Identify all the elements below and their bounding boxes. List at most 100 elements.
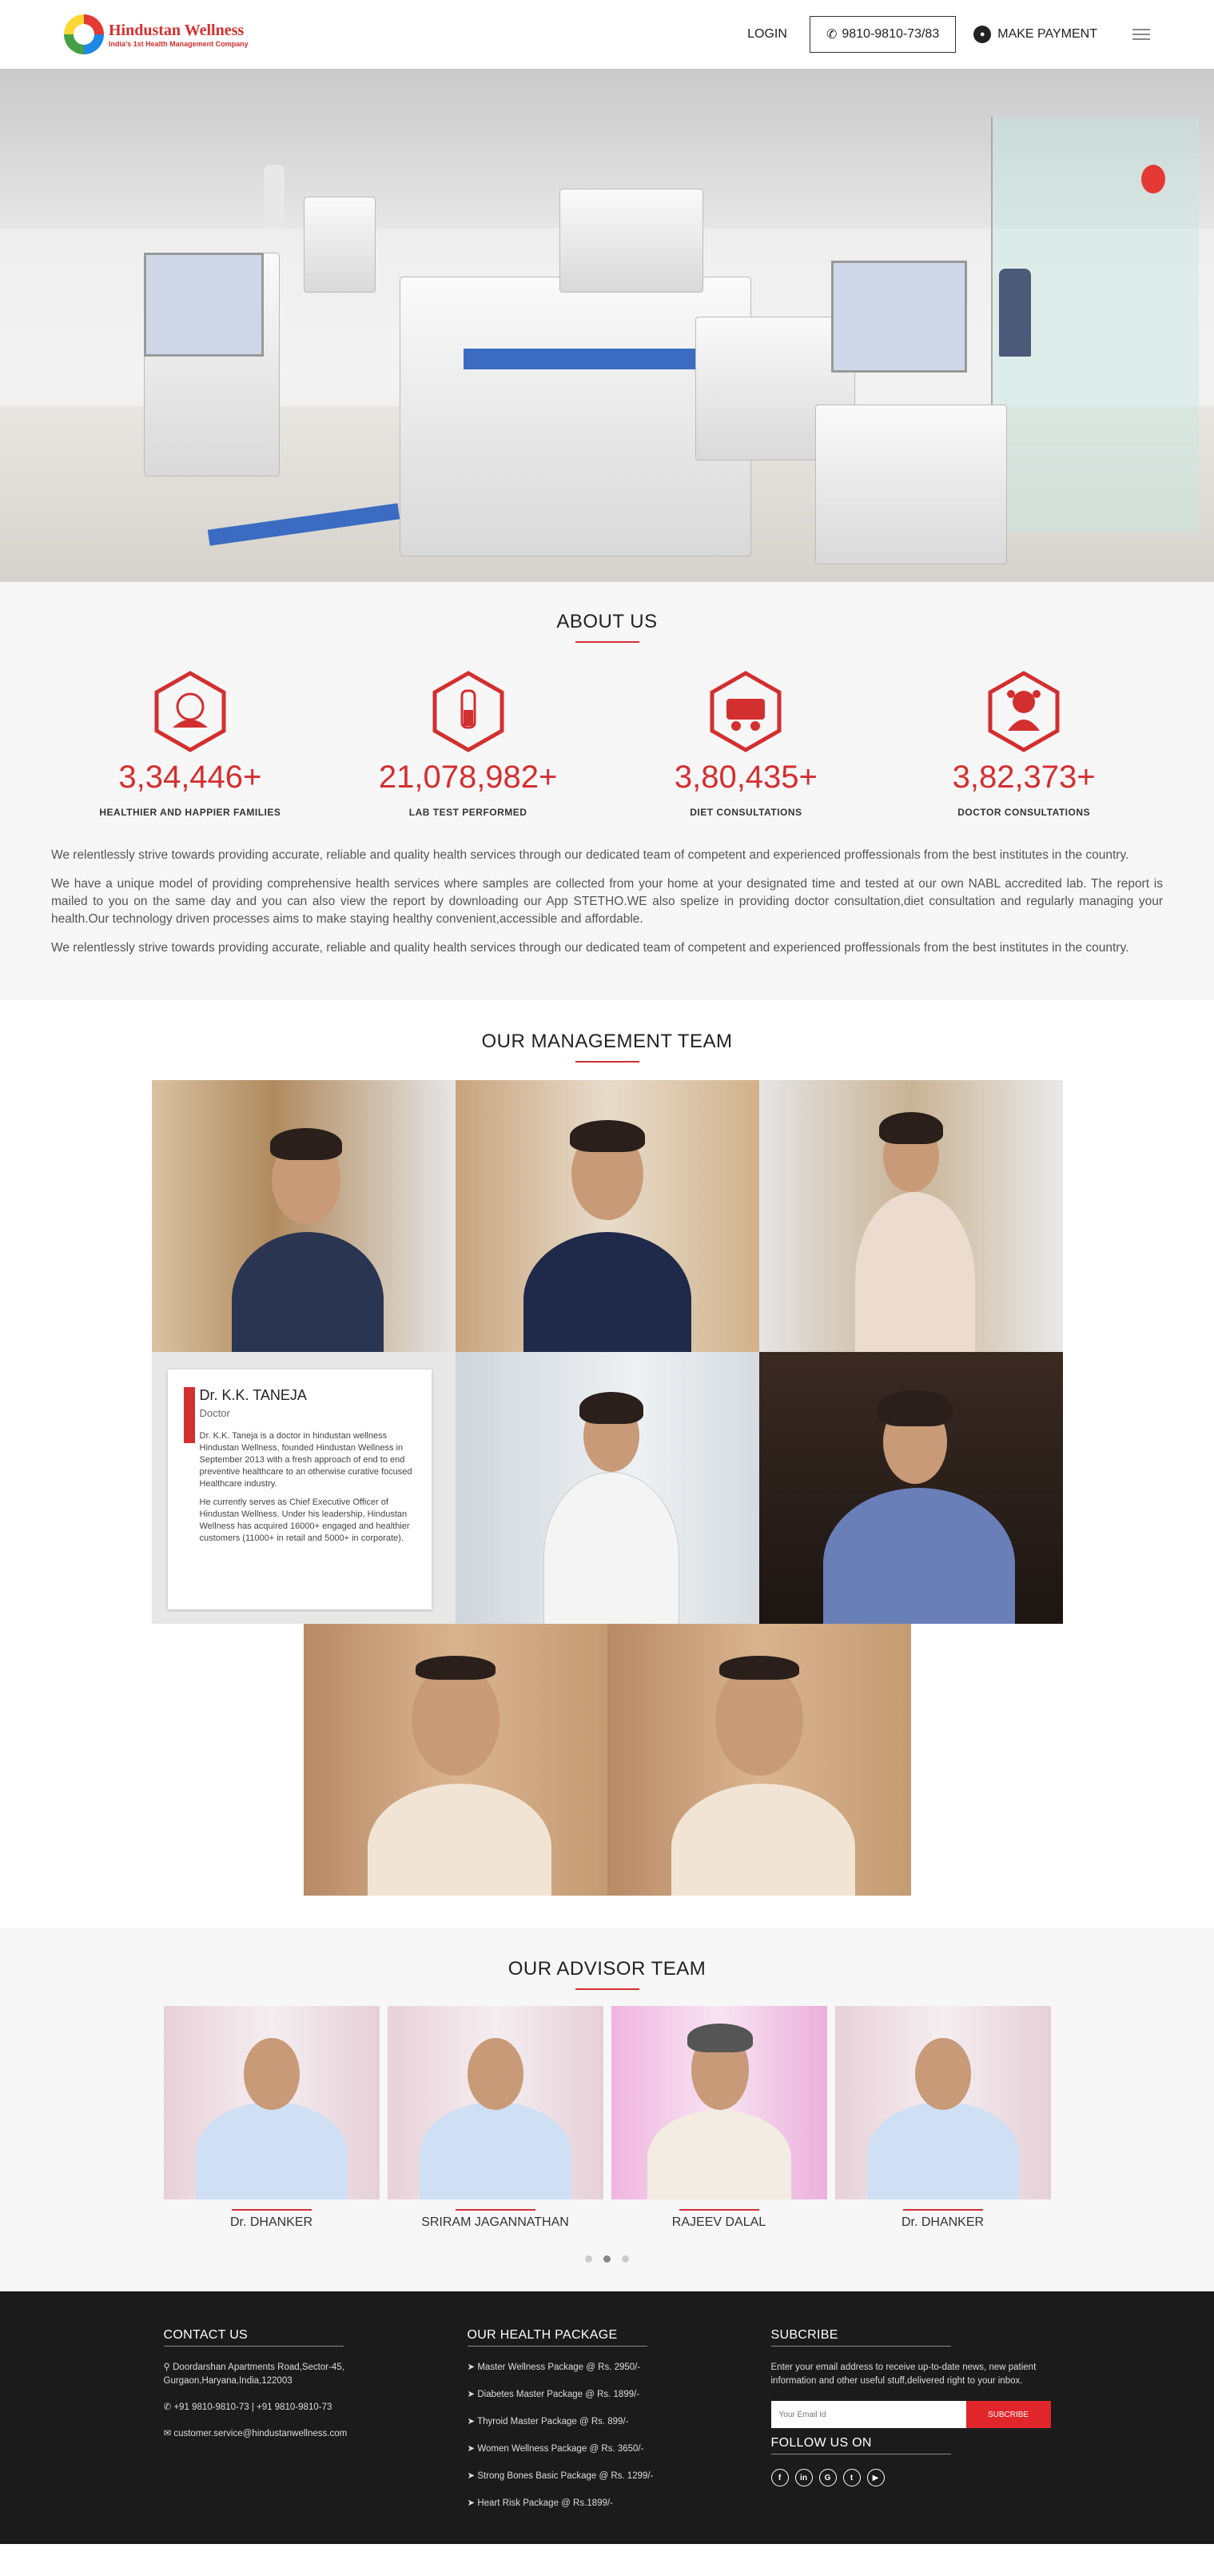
advisor-card[interactable]: SRIRAM JAGANNATHAN	[387, 2006, 603, 2230]
logo[interactable]: Hindustan Wellness India's 1st Health Ma…	[64, 14, 249, 54]
make-payment-link[interactable]: ● MAKE PAYMENT	[973, 26, 1097, 43]
advisor-name: RAJEEV DALAL	[671, 2215, 766, 2229]
advisor-card[interactable]: Dr. DHANKER	[163, 2006, 380, 2230]
location-icon: ⚲	[163, 2363, 173, 2372]
stat-label: LAB TEST PERFORMED	[408, 807, 527, 818]
contact-title: CONTACT US	[163, 2328, 249, 2342]
subscribe-form: SUBCRIBE	[770, 2401, 1051, 2428]
youtube-icon[interactable]: ▶	[866, 2469, 885, 2486]
email-icon: ✉	[163, 2429, 174, 2438]
linkedin-icon[interactable]: in	[794, 2469, 813, 2486]
advisor-photo	[163, 2006, 380, 2199]
title-underline	[575, 641, 639, 643]
contact-address: Doordarshan Apartments Road,Sector-45, G…	[163, 2363, 344, 2386]
subscribe-button[interactable]: SUBCRIBE	[965, 2401, 1051, 2428]
doctor-icon	[982, 670, 1065, 753]
about-paragraph: We have a unique model of providing comp…	[51, 877, 1163, 926]
advisor-photo	[834, 2006, 1051, 2199]
stat-number: 3,80,435+	[674, 760, 818, 795]
subscribe-column: SUBCRIBE Enter your email address to rec…	[770, 2328, 1051, 2524]
logo-tagline: India's 1st Health Management Company	[109, 39, 249, 48]
contact-phones[interactable]: +91 9810-9810-73 | +91 9810-9810-73	[173, 2403, 332, 2412]
diet-icon	[704, 670, 787, 753]
contact-column: CONTACT US ⚲ Doordarshan Apartments Road…	[163, 2328, 444, 2524]
package-column: OUR HEALTH PACKAGE ➤ Master Wellness Pac…	[467, 2328, 747, 2524]
payment-shield-icon: ●	[973, 26, 992, 43]
menu-icon[interactable]	[1132, 29, 1150, 40]
logo-title: Hindustan Wellness	[109, 21, 245, 39]
stat-item: 21,078,982+ LAB TEST PERFORMED	[364, 670, 572, 818]
subscribe-title: SUBCRIBE	[770, 2328, 838, 2342]
advisor-name: SRIRAM JAGANNATHAN	[421, 2215, 569, 2229]
stat-item: 3,34,446+ HEALTHIER AND HAPPIER FAMILIES	[86, 670, 294, 818]
profile-role: Doctor	[199, 1407, 230, 1419]
carousel-dot[interactable]	[585, 2255, 592, 2263]
carousel-dots	[0, 2255, 1214, 2263]
advisor-title: OUR ADVISOR TEAM	[507, 1958, 707, 1980]
team-photo[interactable]	[455, 1080, 759, 1352]
about-title: ABOUT US	[556, 611, 658, 632]
advisor-photo	[611, 2006, 827, 2199]
profile-bio: He currently serves as Chief Executive O…	[199, 1497, 410, 1543]
stat-item: 3,80,435+ DIET CONSULTATIONS	[642, 670, 850, 818]
package-link[interactable]: ➤ Women Wellness Package @ Rs. 3650/-	[468, 2442, 747, 2456]
test-tube-icon	[427, 670, 510, 753]
stat-number: 3,82,373+	[952, 760, 1096, 795]
stat-label: DIET CONSULTATIONS	[690, 807, 802, 818]
management-section: OUR MANAGEMENT TEAM Dr. K.K. TANEJA Doct…	[0, 1000, 1214, 1928]
team-photo[interactable]	[455, 1352, 759, 1624]
site-footer: CONTACT US ⚲ Doordarshan Apartments Road…	[0, 2291, 1214, 2544]
team-photo[interactable]	[607, 1624, 911, 1896]
advisor-card[interactable]: Dr. DHANKER	[834, 2006, 1051, 2230]
team-photo[interactable]	[758, 1080, 1063, 1352]
follow-title: FOLLOW US ON	[770, 2436, 872, 2450]
about-paragraph: We relentlessly strive towards providing…	[51, 848, 1129, 862]
stat-item: 3,82,373+ DOCTOR CONSULTATIONS	[920, 670, 1128, 818]
profile-bio: Dr. K.K. Taneja is a doctor in hindustan…	[199, 1431, 412, 1489]
hero-lab-image	[0, 69, 1214, 582]
stats-row: 3,34,446+ HEALTHIER AND HAPPIER FAMILIES…	[51, 670, 1163, 818]
contact-email[interactable]: customer.service@hindustanwellness.com	[173, 2429, 347, 2438]
advisor-carousel: Dr. DHANKER SRIRAM JAGANNATHAN RAJEEV DA…	[0, 2006, 1214, 2230]
phone-number: 9810-9810-73/83	[842, 27, 940, 41]
phone-icon: ✆	[163, 2403, 174, 2412]
email-input[interactable]	[770, 2401, 966, 2428]
advisor-name: Dr. DHANKER	[229, 2215, 313, 2229]
login-link[interactable]: LOGIN	[742, 27, 792, 42]
team-photo[interactable]	[758, 1352, 1063, 1624]
phone-icon: ✆	[826, 28, 838, 42]
team-photo[interactable]	[151, 1080, 456, 1352]
site-header: Hindustan Wellness India's 1st Health Ma…	[0, 0, 1214, 69]
package-link[interactable]: ➤ Diabetes Master Package @ Rs. 1899/-	[468, 2388, 747, 2402]
stat-number: 3,34,446+	[118, 760, 262, 795]
team-profile-card[interactable]: Dr. K.K. TANEJA Doctor Dr. K.K. Taneja i…	[151, 1352, 456, 1624]
title-underline	[575, 1061, 639, 1063]
google-plus-icon[interactable]: G	[818, 2469, 837, 2486]
about-section: ABOUT US 3,34,446+ HEALTHIER AND HAPPIER…	[0, 582, 1214, 1000]
stat-label: DOCTOR CONSULTATIONS	[957, 807, 1091, 818]
package-link[interactable]: ➤ Heart Risk Package @ Rs.1899/-	[468, 2497, 747, 2510]
social-links: f in G t ▶	[770, 2469, 1051, 2486]
family-icon	[149, 670, 232, 753]
phone-button[interactable]: ✆ 9810-9810-73/83	[809, 16, 957, 53]
title-underline	[575, 1988, 639, 1990]
carousel-dot[interactable]	[622, 2255, 629, 2263]
subscribe-text: Enter your email address to receive up-t…	[770, 2363, 1037, 2386]
package-link[interactable]: ➤ Strong Bones Basic Package @ Rs. 1299/…	[468, 2470, 747, 2483]
stat-number: 21,078,982+	[378, 760, 558, 795]
twitter-icon[interactable]: t	[842, 2469, 861, 2486]
advisor-section: OUR ADVISOR TEAM Dr. DHANKER SRIRAM JAGA…	[0, 1928, 1214, 2291]
package-title: OUR HEALTH PACKAGE	[467, 2328, 618, 2342]
carousel-dot[interactable]	[603, 2255, 611, 2263]
team-photo[interactable]	[303, 1624, 607, 1896]
logo-icon	[64, 14, 104, 54]
facebook-icon[interactable]: f	[770, 2469, 789, 2486]
top-nav: LOGIN ✆ 9810-9810-73/83 ● MAKE PAYMENT	[742, 16, 1150, 53]
package-link[interactable]: ➤ Master Wellness Package @ Rs. 2950/-	[468, 2361, 747, 2375]
package-link[interactable]: ➤ Thyroid Master Package @ Rs. 899/-	[468, 2415, 747, 2429]
about-paragraph: We relentlessly strive towards providing…	[51, 941, 1129, 955]
management-grid: Dr. K.K. TANEJA Doctor Dr. K.K. Taneja i…	[151, 1080, 1063, 1896]
make-payment-label: MAKE PAYMENT	[997, 27, 1097, 41]
advisor-photo	[387, 2006, 603, 2199]
advisor-card[interactable]: RAJEEV DALAL	[611, 2006, 827, 2230]
